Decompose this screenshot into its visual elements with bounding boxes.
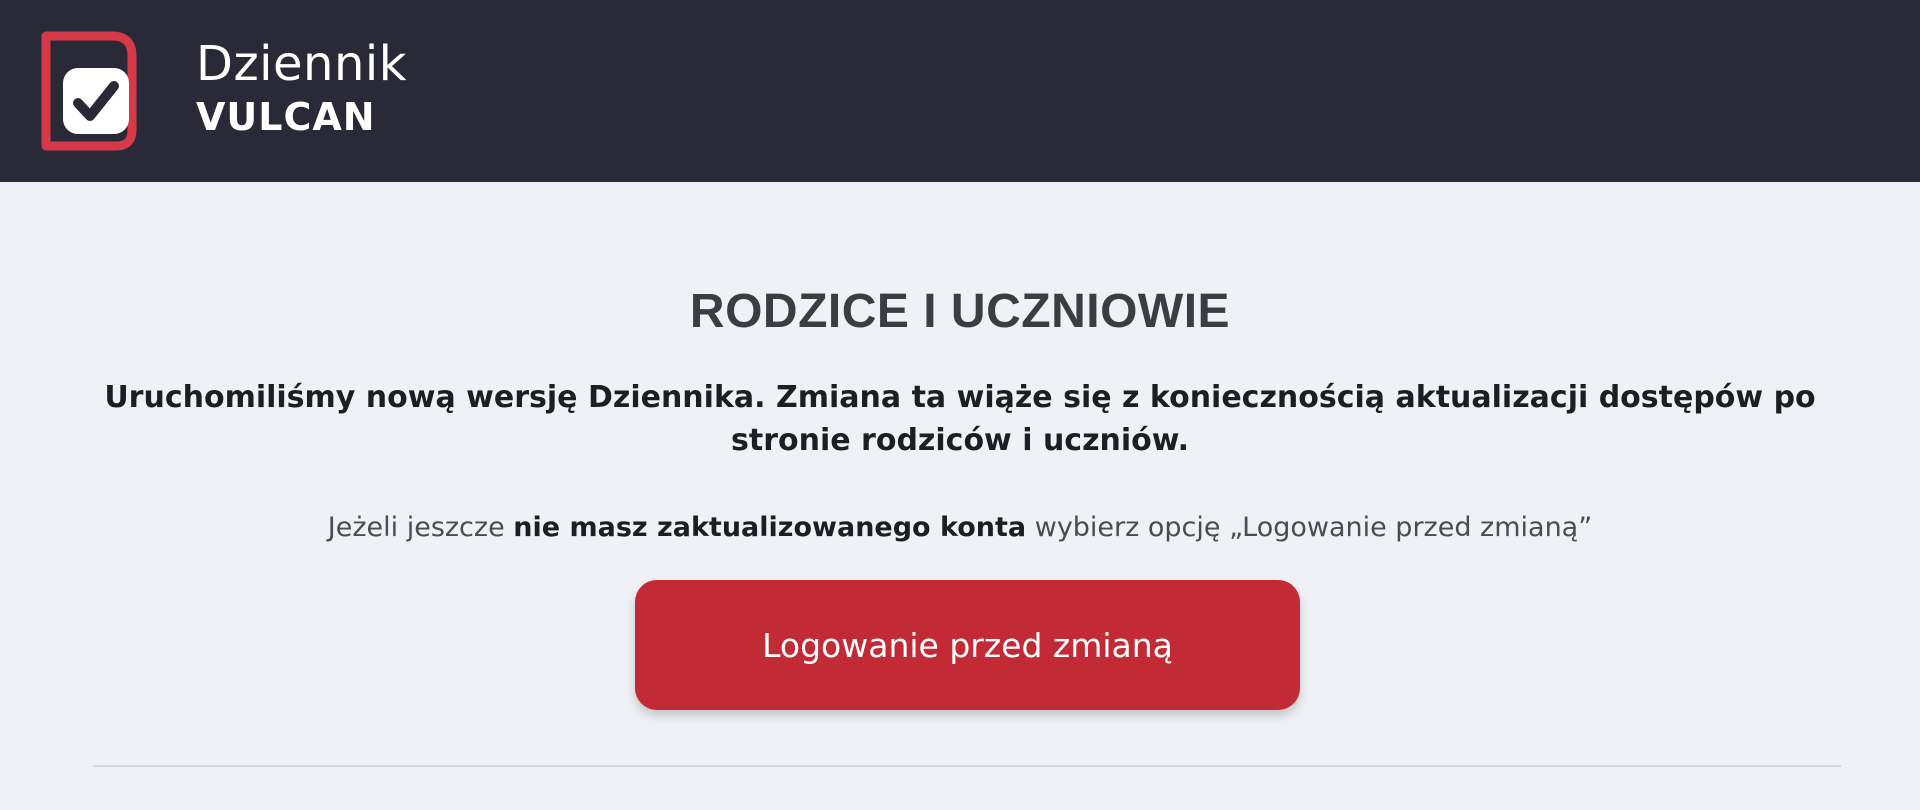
- hint-suffix: wybierz opcję „Logowanie przed zmianą”: [1034, 512, 1593, 543]
- divider: [93, 765, 1841, 767]
- page-title: RODZICE I UCZNIOWIE: [689, 285, 1231, 338]
- checkbox-check-icon: [41, 31, 137, 151]
- dziennik-vulcan-logo[interactable]: Dziennik VULCAN: [40, 30, 407, 152]
- intro-text: Uruchomiliśmy nową wersję Dziennika. Zmi…: [104, 380, 1816, 458]
- main-content: RODZICE I UCZNIOWIE Uruchomiliśmy nową w…: [0, 182, 1920, 810]
- hint-bold: nie masz zaktualizowanego konta: [513, 512, 1027, 543]
- logo-text-dziennik: Dziennik: [196, 36, 407, 92]
- logo-wordmark: Dziennik VULCAN: [196, 40, 407, 136]
- top-bar: Dziennik VULCAN: [0, 0, 1920, 182]
- hint-prefix: Jeżeli jeszcze: [327, 512, 505, 543]
- logo-text-vulcan: VULCAN: [196, 95, 376, 139]
- hint-text: Jeżeli jeszcze nie masz zaktualizowanego…: [0, 512, 1920, 543]
- login-before-change-button[interactable]: Logowanie przed zmianą: [635, 580, 1300, 710]
